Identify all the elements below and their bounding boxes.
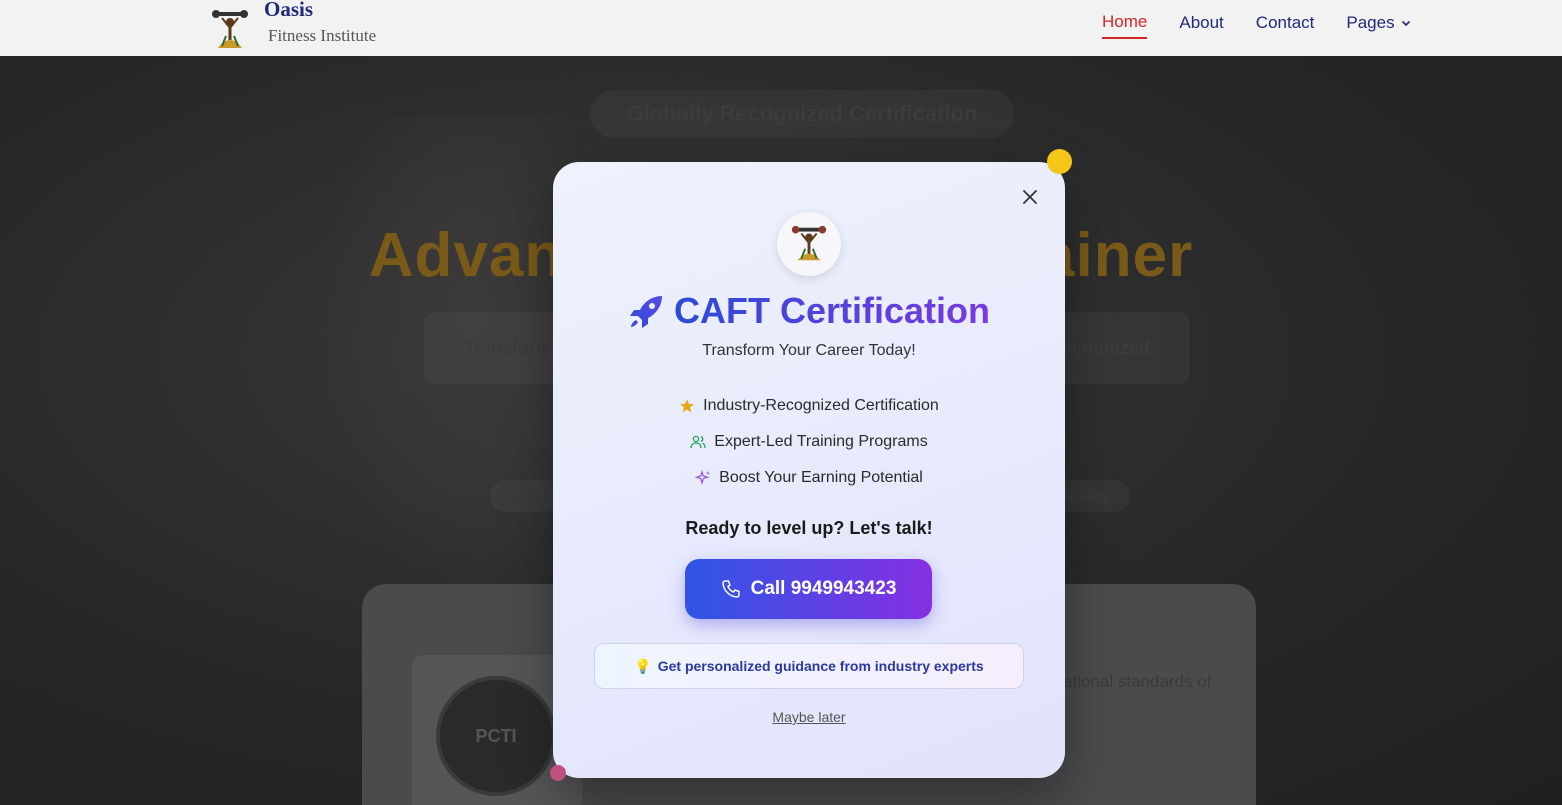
- ready-text: Ready to level up? Let's talk!: [685, 518, 933, 538]
- phone-icon: [721, 580, 740, 598]
- maybe-later-link[interactable]: Maybe later: [553, 709, 1065, 725]
- nav-contact[interactable]: Contact: [1256, 12, 1315, 39]
- star-icon: [680, 399, 695, 413]
- brand-logo-icon: [212, 10, 248, 48]
- pcti-seal: PCTI: [436, 676, 556, 796]
- feature-list: Industry-Recognized Certification Expert…: [553, 388, 1065, 496]
- feature-item: Industry-Recognized Certification: [553, 388, 1065, 424]
- brand-subtitle: Fitness Institute: [268, 26, 377, 45]
- top-navbar: Oasis Fitness Institute Home About Conta…: [0, 0, 1562, 56]
- certification-modal: CAFT Certification Transform Your Career…: [553, 162, 1065, 778]
- feature-label: Industry-Recognized Certification: [703, 397, 939, 414]
- nav-pages-label: Pages: [1346, 13, 1395, 32]
- nav-home[interactable]: Home: [1102, 12, 1148, 39]
- tip-text: Get personalized guidance from industry …: [657, 658, 984, 674]
- modal-logo: [777, 212, 841, 276]
- modal-title-text: CAFT Certification: [673, 290, 990, 331]
- decorative-dot-yellow: [1047, 149, 1072, 174]
- sparkles-icon: [695, 470, 711, 486]
- call-button[interactable]: Call 9949943423: [685, 559, 932, 619]
- rocket-icon: [629, 296, 662, 328]
- decorative-dot-pink: [550, 765, 566, 781]
- feature-label: Boost Your Earning Potential: [719, 469, 923, 486]
- hero-badge: Globally Recognized Certification: [590, 90, 1014, 138]
- hero-chip: Indo: [490, 480, 560, 512]
- chevron-down-icon: [1401, 20, 1410, 27]
- close-icon[interactable]: [1019, 186, 1041, 208]
- lightbulb-icon: 💡: [634, 657, 652, 674]
- nav-pages-dropdown[interactable]: Pages: [1346, 12, 1410, 39]
- hero-subtitle-left: Transform: [464, 337, 553, 358]
- call-button-label: Call 9949943423: [750, 578, 897, 599]
- feature-item: Expert-Led Training Programs: [553, 424, 1065, 460]
- hero-subtitle-right: recognized: [1054, 337, 1150, 358]
- users-icon: [690, 435, 706, 449]
- nav-about[interactable]: About: [1179, 12, 1223, 39]
- feature-item: Boost Your Earning Potential: [553, 460, 1065, 496]
- modal-subtitle: Transform Your Career Today!: [702, 342, 916, 359]
- modal-title: CAFT Certification: [553, 290, 1065, 332]
- brand-name: Oasis: [264, 0, 314, 21]
- feature-label: Expert-Led Training Programs: [714, 433, 928, 450]
- main-nav: Home About Contact Pages: [1102, 12, 1411, 39]
- institute-logo-icon: [791, 225, 827, 261]
- brand[interactable]: Oasis Fitness Institute: [212, 0, 377, 52]
- guidance-tip: 💡 Get personalized guidance from industr…: [594, 643, 1024, 689]
